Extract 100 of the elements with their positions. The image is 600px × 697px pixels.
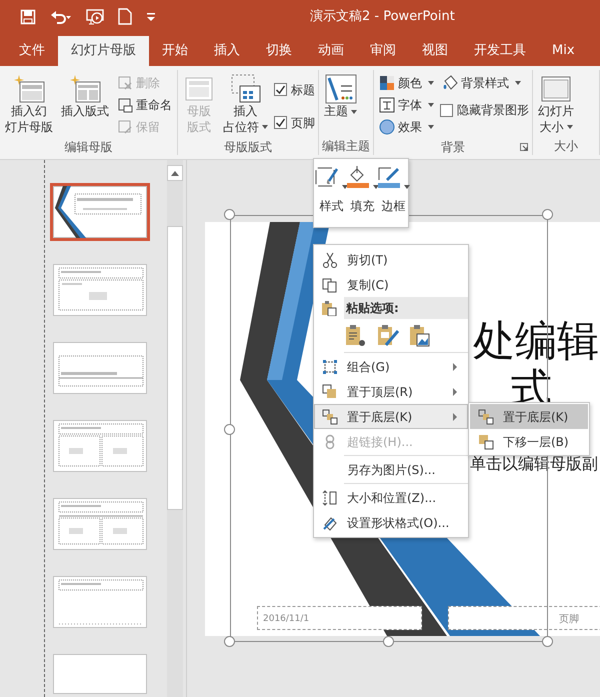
caret-icon (566, 125, 572, 130)
slide-title: 处编辑 (473, 320, 599, 362)
ribbon-button[interactable]: 字体 (377, 94, 436, 116)
checkbox[interactable] (274, 116, 287, 129)
caret-icon (404, 185, 410, 189)
menu-item[interactable]: 设置形状格式(O)... (314, 510, 468, 535)
background-style-icon (442, 75, 458, 91)
format-shape-icon (322, 514, 338, 530)
menu-header: 粘贴选项: (344, 297, 468, 319)
checkbox[interactable] (274, 83, 287, 96)
placeholder-icon (230, 74, 262, 104)
border-pen-icon (377, 165, 401, 189)
ribbon-button[interactable]: 重命名 (115, 94, 174, 116)
font-icon (379, 97, 395, 113)
date-placeholder[interactable]: 2016/11/1 (257, 606, 422, 630)
submenu-arrow-icon (453, 362, 457, 370)
theme-icon (324, 74, 356, 104)
menu-item[interactable]: 组合(G) (314, 354, 468, 379)
ribbon-button[interactable]: 主题 (322, 72, 359, 122)
resize-handle[interactable] (542, 636, 553, 647)
ribbon-tab[interactable]: Mix (539, 36, 588, 66)
resize-handle[interactable] (542, 209, 553, 220)
ribbon-tab[interactable]: 视图 (409, 36, 461, 66)
group-label: 母版版式 (224, 139, 272, 156)
paste-option-icon[interactable] (344, 323, 368, 347)
ribbon-button[interactable]: 幻灯片 大小 (536, 72, 576, 138)
caret-icon (515, 81, 521, 85)
dialog-launcher-icon[interactable] (520, 143, 528, 151)
send-backward-icon (478, 434, 494, 450)
scissors-icon (322, 252, 338, 268)
group-label: 编辑主题 (322, 138, 370, 155)
menu-item[interactable]: 大小和位置(Z)... (314, 485, 468, 510)
copy-icon (322, 276, 338, 292)
menu-item[interactable]: 置于顶层(R) (314, 379, 468, 404)
scroll-up-button[interactable] (167, 165, 183, 181)
checkbox-label: 隐藏背景图形 (457, 102, 529, 119)
slide-master-icon (13, 74, 45, 104)
caret-icon (428, 125, 434, 129)
ribbon-button[interactable]: 效果 (377, 116, 436, 138)
fill-bucket-icon (346, 165, 370, 189)
checkbox[interactable] (440, 104, 453, 116)
submenu-arrow-icon (453, 412, 457, 420)
checkbox-label: 标题 (291, 82, 315, 98)
group-icon (322, 358, 338, 374)
window-title: 演示文稿2 - PowerPoint (310, 8, 455, 26)
ribbon-tab[interactable]: 动画 (305, 36, 357, 66)
scroll-thumb[interactable] (167, 226, 183, 510)
ribbon-tab[interactable]: 文件 (6, 36, 58, 66)
ribbon-tab[interactable]: 开发工具 (461, 36, 539, 66)
paste-option-icon[interactable] (408, 323, 432, 347)
ribbon-tab[interactable]: 开始 (149, 36, 201, 66)
menu-item[interactable]: 剪切(T) (314, 247, 468, 272)
menu-item[interactable]: 复制(C) (314, 272, 468, 297)
keep-icon (117, 119, 133, 135)
toolbar-button[interactable]: 边框 (379, 165, 408, 221)
menu-item[interactable]: 另存为图片(S)... (314, 457, 468, 482)
send-back-icon (322, 408, 338, 424)
scrollbar[interactable] (167, 160, 183, 697)
menu-item[interactable]: 置于底层(K) (314, 404, 468, 429)
rename-icon (117, 97, 133, 113)
bring-front-icon (322, 384, 338, 400)
slide-size-icon (540, 74, 572, 104)
ribbon-tab[interactable]: 幻灯片母版 (58, 36, 149, 66)
document-icon[interactable] (118, 8, 132, 25)
ribbon-button[interactable]: 插入版式 (59, 72, 111, 122)
footer-placeholder[interactable]: 页脚 (448, 606, 600, 630)
group-label: 背景 (441, 139, 465, 156)
menu-item[interactable]: 下移一层(B) (470, 429, 588, 454)
caret-icon (428, 81, 434, 85)
resize-handle[interactable] (224, 636, 235, 647)
save-icon[interactable] (20, 8, 36, 24)
undo-icon[interactable] (50, 8, 72, 24)
send-back-icon (478, 408, 494, 424)
group-label: 编辑母版 (64, 139, 112, 156)
caret-icon (262, 125, 268, 130)
resize-handle[interactable] (383, 636, 394, 647)
layout-icon (69, 74, 101, 104)
slide-thumbnail[interactable] (50, 183, 150, 241)
clipboard-icon (321, 300, 337, 316)
color-palette-icon (379, 75, 395, 91)
ribbon-button[interactable]: 颜色 (377, 72, 436, 94)
style-icon (315, 165, 339, 189)
effects-icon (379, 119, 395, 135)
menu-item[interactable]: 置于底层(K) (470, 404, 588, 429)
ribbon-button[interactable]: 插入幻 灯片母版 (3, 72, 55, 138)
size-position-icon (322, 490, 338, 506)
screen-play-icon[interactable] (86, 8, 104, 25)
submenu-arrow-icon (453, 388, 457, 396)
caret-icon (351, 110, 357, 114)
paste-option-icon[interactable] (376, 323, 400, 347)
ribbon-tab[interactable]: 插入 (201, 36, 253, 66)
ribbon-button[interactable]: 插入 占位符 (221, 72, 270, 138)
customize-icon[interactable] (146, 12, 156, 22)
ribbon-button[interactable]: 背景样式 (440, 72, 529, 94)
ribbon-tab[interactable]: 切换 (253, 36, 305, 66)
checkbox-label: 页脚 (291, 114, 315, 132)
caret-icon (428, 103, 434, 107)
ribbon-tab[interactable]: 审阅 (357, 36, 409, 66)
group-label: 大小 (554, 138, 578, 155)
resize-handle[interactable] (224, 209, 235, 220)
